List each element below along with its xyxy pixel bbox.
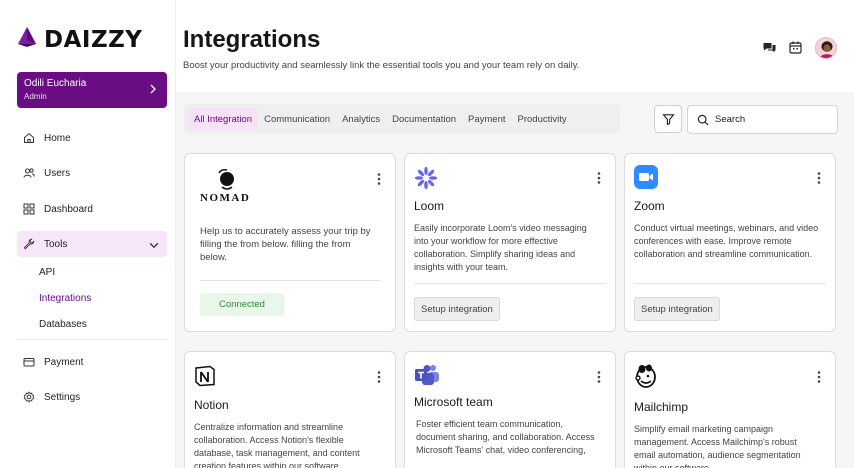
calendar-icon[interactable] <box>788 40 803 55</box>
card-icon <box>23 358 35 367</box>
card-description: Easily incorporate Loom's video messagin… <box>414 223 587 272</box>
sidebar-item-dashboard[interactable]: Dashboard <box>17 196 167 222</box>
integration-card-notion: Notion Centralize information and stream… <box>184 351 396 468</box>
notion-logo-icon <box>195 365 215 387</box>
mailchimp-logo-icon <box>635 364 656 388</box>
card-title: Mailchimp <box>634 400 689 414</box>
sidebar-item-label: Tools <box>44 238 68 250</box>
loom-logo-icon <box>414 166 438 190</box>
card-description: Foster efficient team communication, doc… <box>416 419 595 455</box>
avatar-image <box>816 38 836 58</box>
integration-card-microsoft-team: Microsoft team Foster efficient team com… <box>404 351 616 468</box>
tab-documentation[interactable]: Documentation <box>386 108 462 131</box>
connected-badge: Connected <box>200 293 284 316</box>
nomad-logo: NOMAD <box>199 167 259 210</box>
filter-button[interactable] <box>654 105 682 133</box>
tab-analytics[interactable]: Analytics <box>336 108 386 131</box>
more-vertical-icon[interactable] <box>816 370 822 384</box>
zoom-logo-icon <box>634 165 658 189</box>
tab-all-integration[interactable]: All Integration <box>188 107 259 131</box>
more-vertical-icon[interactable] <box>376 370 382 384</box>
svg-text:NOMAD: NOMAD <box>200 192 250 204</box>
search-input[interactable] <box>715 114 825 125</box>
sidebar-item-settings[interactable]: Settings <box>17 384 167 410</box>
sidebar-item-label: Home <box>44 132 71 144</box>
more-vertical-icon[interactable] <box>376 172 382 186</box>
card-description: Help us to accurately assess your trip b… <box>200 226 371 263</box>
page-title: Integrations <box>183 26 321 53</box>
sidebar-item-payment[interactable]: Payment <box>17 349 167 375</box>
divider <box>17 339 167 340</box>
setup-integration-button[interactable]: Setup integration <box>634 297 720 321</box>
more-vertical-icon[interactable] <box>816 171 822 185</box>
sidebar-subitem-databases[interactable]: Databases <box>39 319 87 330</box>
integration-card-nomad: NOMAD Help us to accurately assess your … <box>184 153 396 332</box>
home-icon <box>24 133 34 143</box>
avatar[interactable] <box>815 37 837 59</box>
integration-card-loom: Loom Easily incorporate Loom's video mes… <box>404 153 616 332</box>
card-description: Simplify email marketing campaign manage… <box>634 424 801 468</box>
card-description: Conduct virtual meetings, webinars, and … <box>634 223 819 259</box>
sidebar-subitem-api[interactable]: API <box>39 267 55 278</box>
card-title: Notion <box>194 398 229 412</box>
search-box[interactable] <box>687 105 838 134</box>
filter-icon <box>661 113 675 125</box>
tab-payment[interactable]: Payment <box>462 108 512 131</box>
microsoft-teams-logo-icon <box>415 365 439 385</box>
sidebar-item-label: Dashboard <box>44 203 93 215</box>
grid-icon <box>23 203 35 215</box>
brand-name: DAIZZY <box>44 26 143 53</box>
wrench-icon <box>23 238 35 250</box>
integration-card-mailchimp: Mailchimp Simplify email marketing campa… <box>624 351 836 468</box>
chat-icon[interactable] <box>762 40 777 55</box>
gear-icon <box>23 391 35 403</box>
chevron-right-icon <box>150 84 156 94</box>
sidebar-item-tools[interactable]: Tools <box>17 231 167 257</box>
user-role: Admin <box>24 92 47 101</box>
card-divider <box>414 283 606 284</box>
tab-productivity[interactable]: Productivity <box>512 108 573 131</box>
sidebar-item-home[interactable]: Home <box>17 125 167 151</box>
chevron-down-icon <box>149 242 159 249</box>
search-icon <box>697 114 709 125</box>
brand[interactable]: DAIZZY <box>17 26 142 53</box>
card-title: Loom <box>414 199 445 213</box>
card-divider <box>200 280 381 281</box>
page-subtitle: Boost your productivity and seamlessly l… <box>183 60 580 71</box>
card-title: Zoom <box>634 199 665 213</box>
setup-integration-button[interactable]: Setup integration <box>414 297 500 321</box>
more-vertical-icon[interactable] <box>596 370 602 384</box>
sidebar-subitem-integrations[interactable]: Integrations <box>39 293 91 304</box>
sidebar: DAIZZY Odili Eucharia Admin Home Users D… <box>0 0 176 468</box>
card-title: Microsoft team <box>414 395 493 409</box>
more-vertical-icon[interactable] <box>596 171 602 185</box>
user-card[interactable]: Odili Eucharia Admin <box>17 72 167 108</box>
filter-tabs: All Integration Communication Analytics … <box>184 104 620 134</box>
sidebar-item-label: Settings <box>44 391 81 403</box>
nomad-logo-icon: NOMAD <box>200 169 250 204</box>
triangle-logo-icon <box>17 26 37 53</box>
users-icon <box>23 168 35 178</box>
tab-communication[interactable]: Communication <box>258 108 336 131</box>
integration-card-zoom: Zoom Conduct virtual meetings, webinars,… <box>624 153 836 332</box>
sidebar-item-label: Payment <box>44 356 84 368</box>
user-name: Odili Eucharia <box>24 78 87 89</box>
sidebar-item-users[interactable]: Users <box>17 160 167 186</box>
sidebar-item-label: Users <box>44 167 71 179</box>
card-description: Centralize information and streamline co… <box>194 422 360 468</box>
card-divider <box>634 283 826 284</box>
